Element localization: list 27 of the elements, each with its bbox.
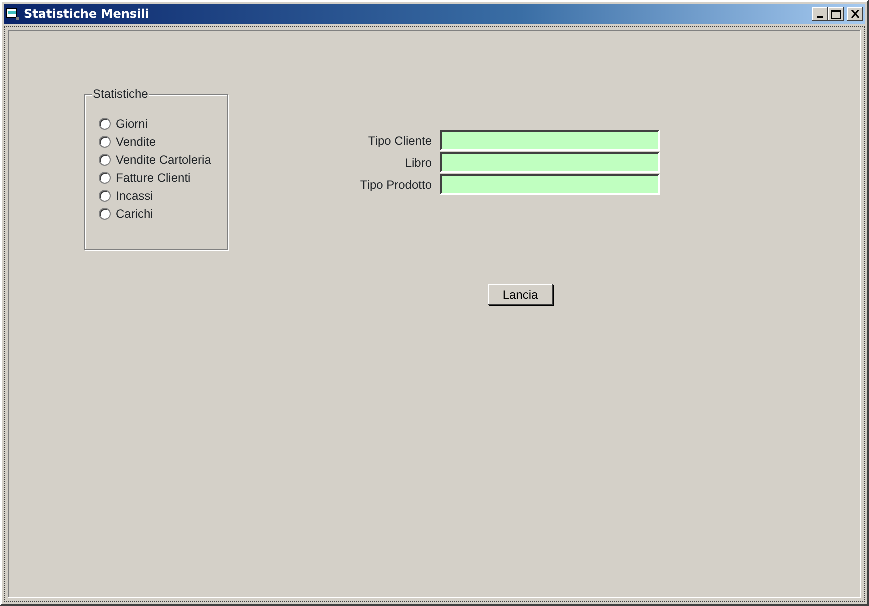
field-label: Libro xyxy=(404,154,432,172)
lancia-button[interactable]: Lancia xyxy=(488,284,553,305)
minimize-button[interactable] xyxy=(812,7,828,21)
radio-label[interactable]: Vendite xyxy=(116,133,156,151)
close-icon xyxy=(850,10,860,18)
field-label: Tipo Prodotto xyxy=(359,176,432,194)
window-title: Statistiche Mensili xyxy=(24,6,150,23)
input-field[interactable] xyxy=(440,152,660,173)
radio-label[interactable]: Fatture Clienti xyxy=(116,169,191,187)
maximize-button[interactable] xyxy=(828,7,844,21)
radio-label[interactable]: Vendite Cartoleria xyxy=(116,151,212,169)
group-title: Statistiche xyxy=(92,87,150,101)
radio-label[interactable]: Incassi xyxy=(116,187,154,205)
radio-button[interactable] xyxy=(99,154,111,166)
close-button[interactable] xyxy=(847,7,863,21)
input-field[interactable] xyxy=(440,174,660,195)
radio-label[interactable]: Carichi xyxy=(116,205,154,223)
radio-button[interactable] xyxy=(99,208,111,220)
field-label: Tipo Cliente xyxy=(367,132,432,150)
radio-button[interactable] xyxy=(99,136,111,148)
radio-button[interactable] xyxy=(99,172,111,184)
maximize-icon xyxy=(831,10,841,18)
radio-label[interactable]: Giorni xyxy=(116,115,148,133)
radio-button[interactable] xyxy=(99,190,111,202)
input-field[interactable] xyxy=(440,130,660,151)
window-icon xyxy=(6,8,20,20)
radio-button[interactable] xyxy=(99,118,111,130)
